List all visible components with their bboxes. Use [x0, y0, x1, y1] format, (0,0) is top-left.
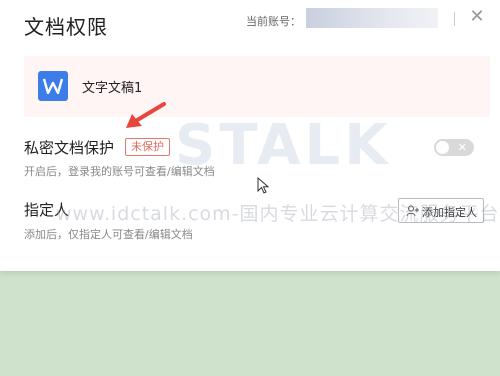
- mouse-cursor-icon: [257, 177, 270, 194]
- account-label: 当前账号：: [246, 15, 301, 28]
- toggle-knob: [436, 141, 449, 154]
- red-arrow-annotation: [126, 102, 166, 128]
- account-value-blurred: [306, 8, 438, 28]
- designated-person-description: 添加后，仅指定人可查看/编辑文档: [24, 228, 193, 241]
- close-icon[interactable]: ✕: [467, 6, 487, 28]
- status-badge: 未保护: [125, 138, 170, 156]
- private-protection-toggle[interactable]: ✕: [434, 139, 474, 156]
- private-protection-title: 私密文档保护: [24, 139, 115, 157]
- document-card: 文字文稿1: [24, 56, 490, 117]
- word-document-icon: [38, 71, 68, 101]
- add-designated-person-button[interactable]: 添加指定人: [398, 198, 484, 223]
- document-permissions-dialog: 文档权限 当前账号： ✕ 文字文稿1 私密文档保护 未保护 开启后，登录我的账号…: [0, 0, 500, 271]
- private-protection-description: 开启后，登录我的账号可查看/编辑文档: [24, 165, 215, 178]
- add-user-icon: [406, 205, 419, 217]
- document-name: 文字文稿1: [82, 81, 143, 96]
- designated-person-title: 指定人: [24, 201, 70, 219]
- toggle-off-icon: ✕: [457, 141, 467, 154]
- header-divider: [454, 12, 455, 26]
- dialog-title: 文档权限: [24, 15, 108, 39]
- add-button-label: 添加指定人: [422, 206, 477, 219]
